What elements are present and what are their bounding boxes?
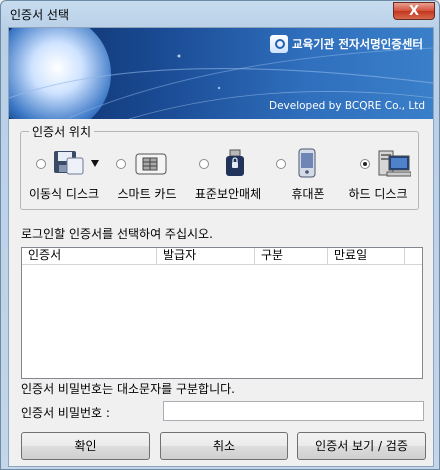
certificate-list[interactable]: 인증서 발급자 구분 만료일 — [21, 247, 423, 379]
mobile-phone-icon — [298, 148, 316, 178]
certificate-select-window: 인증서 선택 X 교육기관 전자서명인증센터 Developed by BCQR… — [0, 0, 440, 470]
column-issuer[interactable]: 발급자 — [157, 248, 255, 264]
banner-developer: Developed by BCQRE Co., Ltd — [268, 100, 425, 112]
column-certificate[interactable]: 인증서 — [22, 248, 157, 264]
cancel-button[interactable]: 취소 — [160, 432, 288, 460]
location-option-security-token[interactable]: 표준보안매체 — [187, 148, 269, 206]
location-label-security-token: 표준보안매체 — [194, 187, 262, 201]
location-option-hard-disk[interactable]: 하드 디스크 — [337, 148, 419, 206]
location-label-smart-card: 스마트 카드 — [117, 187, 177, 201]
column-type[interactable]: 구분 — [255, 248, 328, 264]
banner-brand: 교육기관 전자서명인증센터 — [292, 37, 423, 51]
title-bar[interactable]: 인증서 선택 X — [1, 1, 439, 27]
banner-logo: 교육기관 전자서명인증센터 — [270, 34, 423, 54]
removable-disk-icon — [54, 151, 99, 175]
location-label-removable-disk: 이동식 디스크 — [28, 187, 100, 201]
certificate-list-header: 인증서 발급자 구분 만료일 — [22, 248, 422, 265]
location-option-removable-disk[interactable]: 이동식 디스크 — [23, 148, 105, 206]
view-verify-button[interactable]: 인증서 보기 / 검증 — [297, 432, 426, 460]
case-sensitive-notice: 인증서 비밀번호는 대소문자를 구분합니다. — [21, 382, 235, 396]
password-input[interactable] — [163, 401, 424, 421]
banner: 교육기관 전자서명인증센터 Developed by BCQRE Co., Lt… — [9, 28, 433, 119]
certificate-location-group: 인증서 위치 이동식 디스크 스마트 카드 표준보안매체 휴대폰 하드 디스크 — [20, 123, 419, 210]
smart-card-radio[interactable] — [116, 159, 126, 169]
mobile-phone-radio[interactable] — [276, 159, 286, 169]
column-filler — [405, 248, 422, 264]
ok-button[interactable]: 확인 — [21, 432, 150, 460]
location-label-hard-disk: 하드 디스크 — [348, 187, 408, 201]
location-option-smart-card[interactable]: 스마트 카드 — [106, 148, 188, 206]
dialog-client-area: 교육기관 전자서명인증센터 Developed by BCQRE Co., Lt… — [8, 27, 434, 467]
column-expiry[interactable]: 만료일 — [328, 248, 405, 264]
window-title: 인증서 선택 — [10, 8, 70, 22]
close-button[interactable]: X — [393, 2, 435, 20]
center-logo-icon — [270, 35, 289, 53]
security-token-radio[interactable] — [199, 159, 209, 169]
hard-disk-icon — [378, 150, 411, 177]
removable-disk-radio[interactable] — [36, 159, 46, 169]
smart-card-icon — [135, 153, 167, 175]
security-token-icon — [226, 149, 244, 176]
hard-disk-radio[interactable] — [360, 159, 370, 169]
location-legend: 인증서 위치 — [29, 123, 95, 140]
instruction-text: 로그인할 인증서를 선택하여 주십시오. — [21, 227, 213, 241]
password-label: 인증서 비밀번호 : — [21, 406, 110, 420]
